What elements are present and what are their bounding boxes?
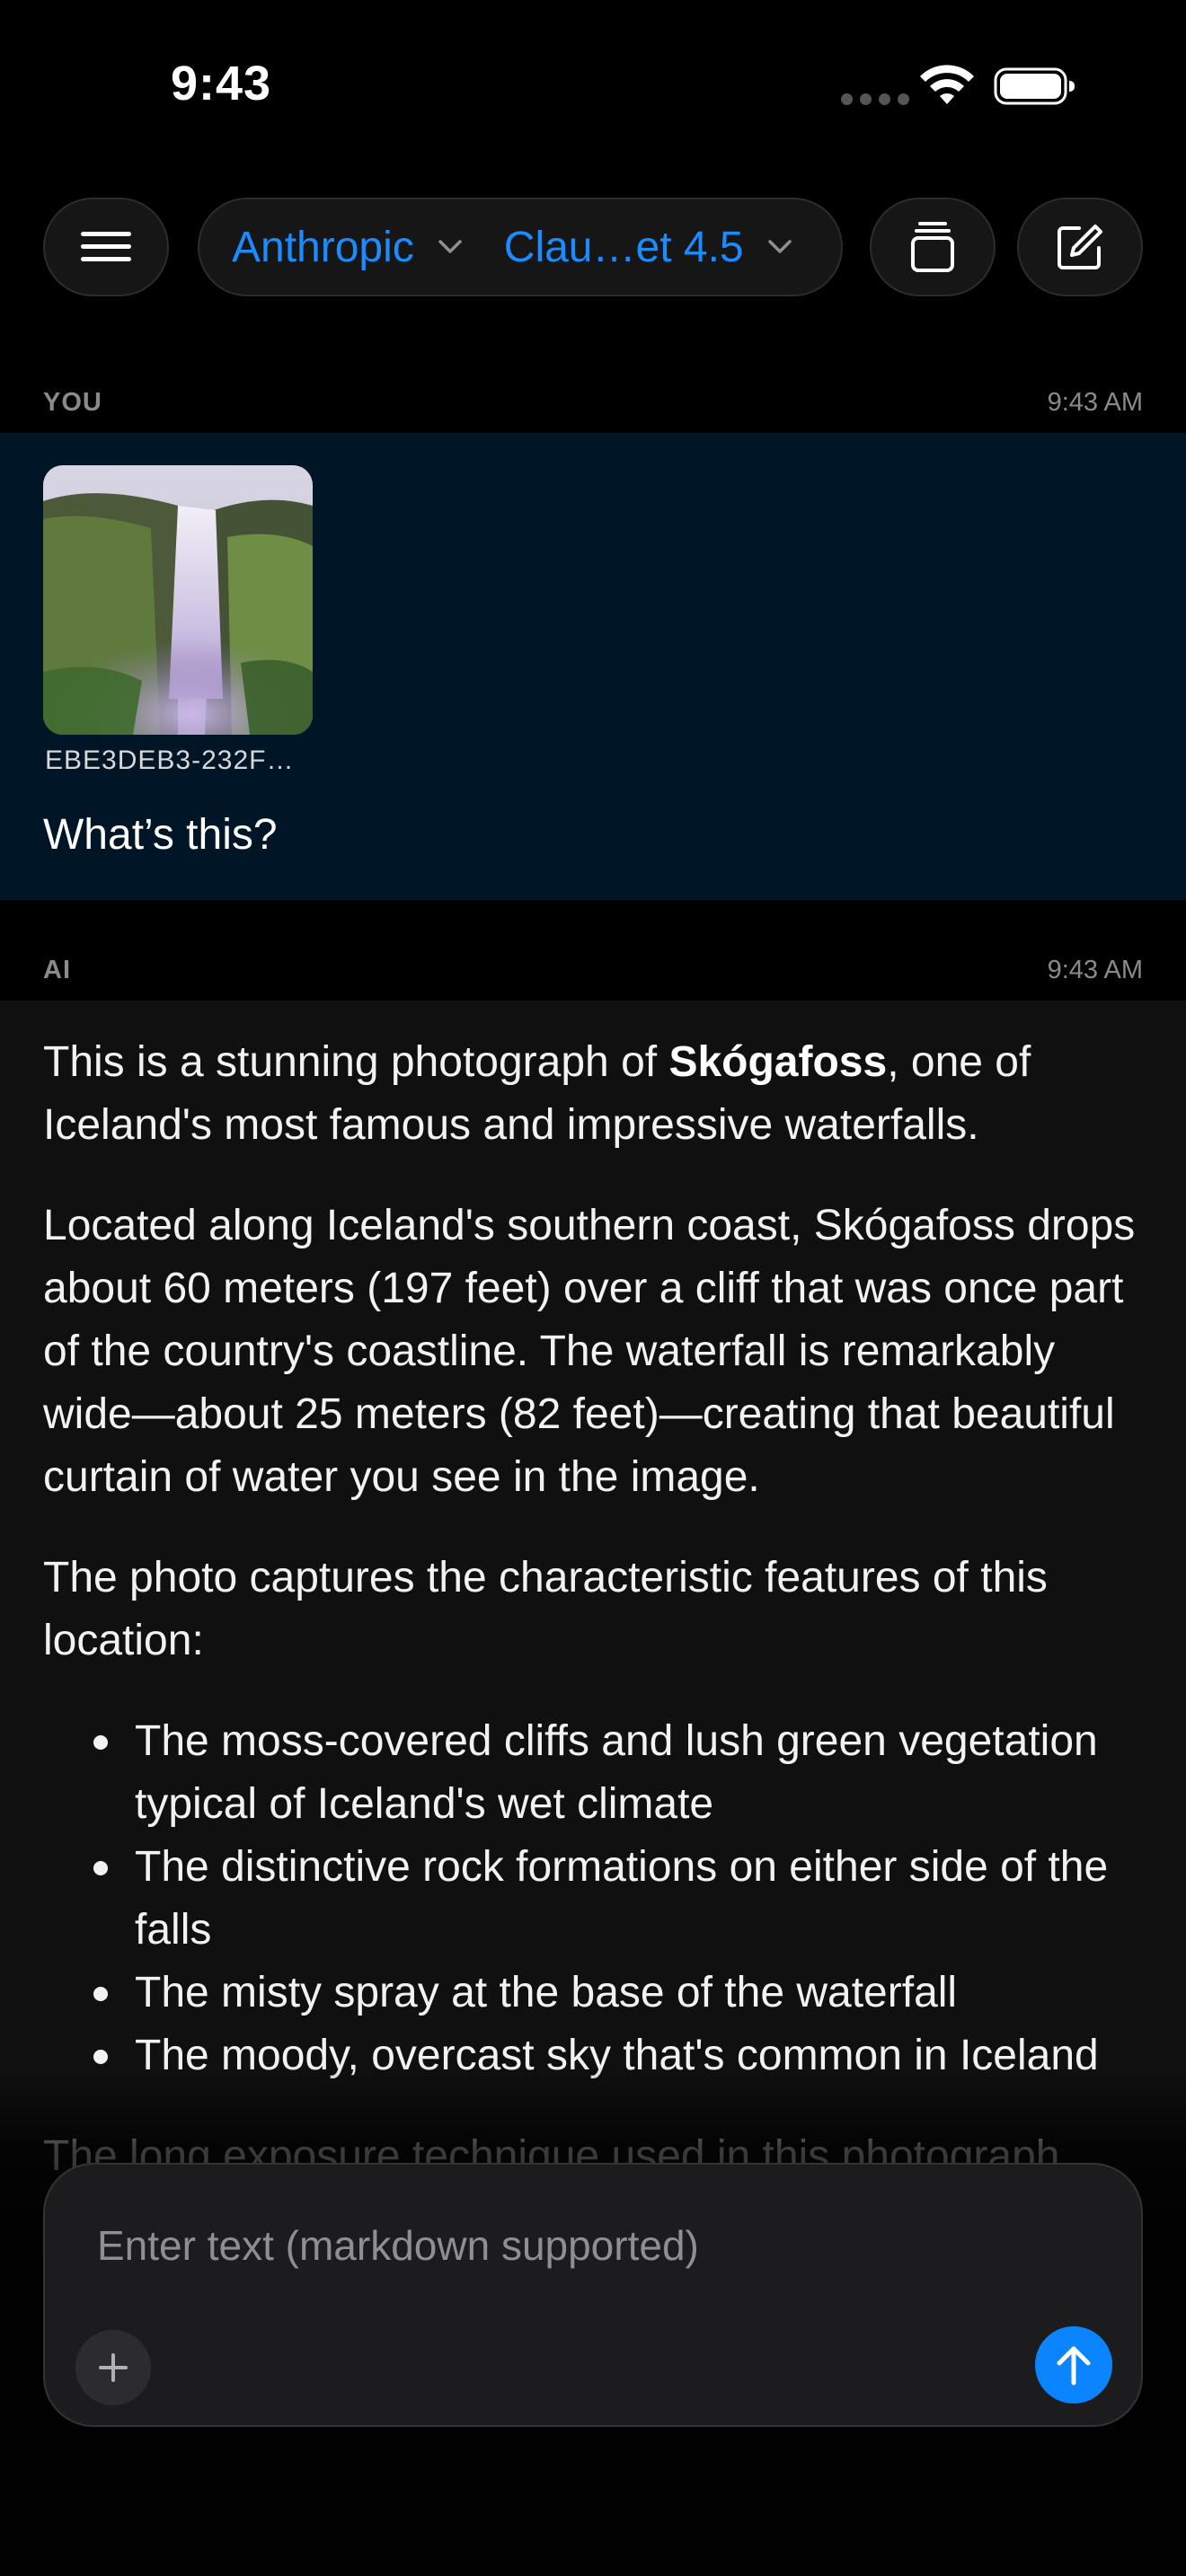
ai-message-header: AI 9:43 AM — [0, 952, 1186, 988]
list-item: The moody, overcast sky that's common in… — [93, 2025, 1148, 2087]
chat-screen: 9:43 Anthropic Clau…et 4.5 YOU 9:43 AM E… — [0, 0, 1186, 2576]
user-message-text: What’s this? — [43, 811, 278, 859]
ai-paragraph-1: This is a stunning photograph of Skógafo… — [43, 1038, 1031, 1149]
ai-message-timestamp: 9:43 AM — [1047, 955, 1143, 984]
list-item: The moss-covered cliffs and lush green v… — [93, 1710, 1148, 1836]
waterfall-photo — [43, 465, 313, 735]
ai-bullet-list: The moss-covered cliffs and lush green v… — [93, 1710, 1148, 2087]
battery-icon — [994, 67, 1075, 105]
menu-button[interactable] — [43, 198, 169, 296]
new-chat-button[interactable] — [1017, 198, 1143, 296]
status-bar: 9:43 — [0, 0, 1186, 171]
model-selector[interactable]: Clau…et 4.5 — [504, 223, 792, 272]
status-time: 9:43 — [171, 57, 272, 110]
conversations-button[interactable] — [870, 198, 996, 296]
model-label: Clau…et 4.5 — [503, 223, 744, 271]
ai-paragraph-3: The photo captures the characteristic fe… — [43, 1554, 1048, 1664]
message-input[interactable] — [97, 2210, 1085, 2281]
plus-icon — [99, 2353, 128, 2382]
user-role-label: YOU — [43, 387, 102, 417]
provider-selector[interactable]: Anthropic — [232, 223, 504, 272]
model-picker: Anthropic Clau…et 4.5 — [198, 198, 843, 296]
bold-term: Skógafoss — [668, 1038, 888, 1086]
user-message-timestamp: 9:43 AM — [1047, 387, 1143, 417]
user-message: EBE3DEB3-232F… What’s this? — [0, 433, 1186, 900]
list-item: The distinctive rock formations on eithe… — [93, 1836, 1148, 1962]
cellular-signal-icon — [841, 93, 909, 105]
message-composer — [43, 2163, 1143, 2427]
attachment-filename: EBE3DEB3-232F… — [45, 745, 295, 775]
list-item: The misty spray at the base of the water… — [93, 1962, 1148, 2025]
compose-icon — [1058, 225, 1102, 269]
arrow-up-icon — [1057, 2346, 1091, 2386]
send-button[interactable] — [1035, 2326, 1112, 2404]
hamburger-icon — [81, 232, 131, 261]
wifi-icon — [920, 65, 974, 104]
top-toolbar: Anthropic Clau…et 4.5 — [0, 198, 1186, 302]
ai-role-label: AI — [43, 955, 71, 984]
ai-message-body: This is a stunning photograph of Skógafo… — [43, 1031, 1148, 2289]
add-attachment-button[interactable] — [75, 2330, 151, 2405]
chevron-down-icon — [438, 240, 462, 253]
ai-paragraph-2: Located along Iceland's southern coast, … — [43, 1202, 1136, 1501]
attachment-thumbnail[interactable] — [43, 465, 313, 735]
provider-label: Anthropic — [232, 223, 414, 271]
stacked-cards-icon — [911, 222, 954, 272]
user-message-header: YOU 9:43 AM — [0, 384, 1186, 420]
chevron-down-icon — [767, 240, 792, 253]
